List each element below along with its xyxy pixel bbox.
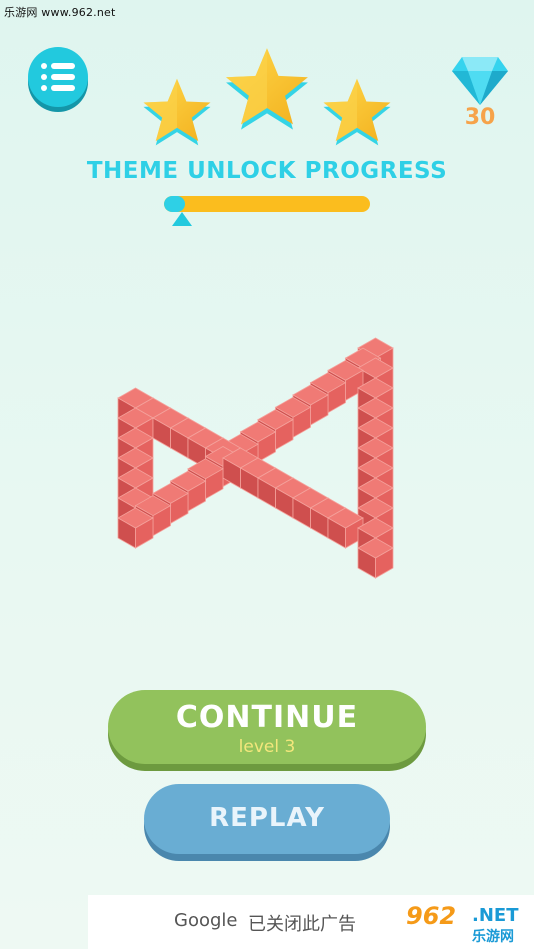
diamond-icon <box>452 57 508 105</box>
watermark-text: 乐游网 www.962.net <box>4 6 116 19</box>
progress-fill <box>164 196 185 212</box>
theme-progress-bar <box>164 196 370 212</box>
continue-label: CONTINUE <box>175 700 359 735</box>
logo-net-text: .NET <box>472 905 519 926</box>
site-logo: 962 .NET 乐游网 <box>398 902 530 946</box>
star-icon <box>323 78 391 146</box>
logo-cn-text: 乐游网 <box>472 929 514 945</box>
replay-label: REPLAY <box>209 803 325 833</box>
star-rating <box>143 48 391 146</box>
google-label: Google <box>174 910 238 931</box>
ad-closed-text: 已关闭此广告 <box>248 914 356 935</box>
menu-button[interactable] <box>28 47 88 107</box>
star-icon <box>143 78 211 146</box>
list-menu-icon <box>41 63 75 91</box>
cube-puzzle-figure <box>117 337 394 579</box>
gem-count: 30 <box>464 105 496 130</box>
star-icon <box>226 48 308 130</box>
progress-title: THEME UNLOCK PROGRESS <box>86 158 448 184</box>
logo-main-text: 962 <box>406 902 457 930</box>
continue-button[interactable]: CONTINUE level 3 <box>108 690 426 764</box>
progress-marker-icon <box>171 212 192 226</box>
replay-button[interactable]: REPLAY <box>144 784 390 854</box>
level-label: level 3 <box>238 737 296 757</box>
